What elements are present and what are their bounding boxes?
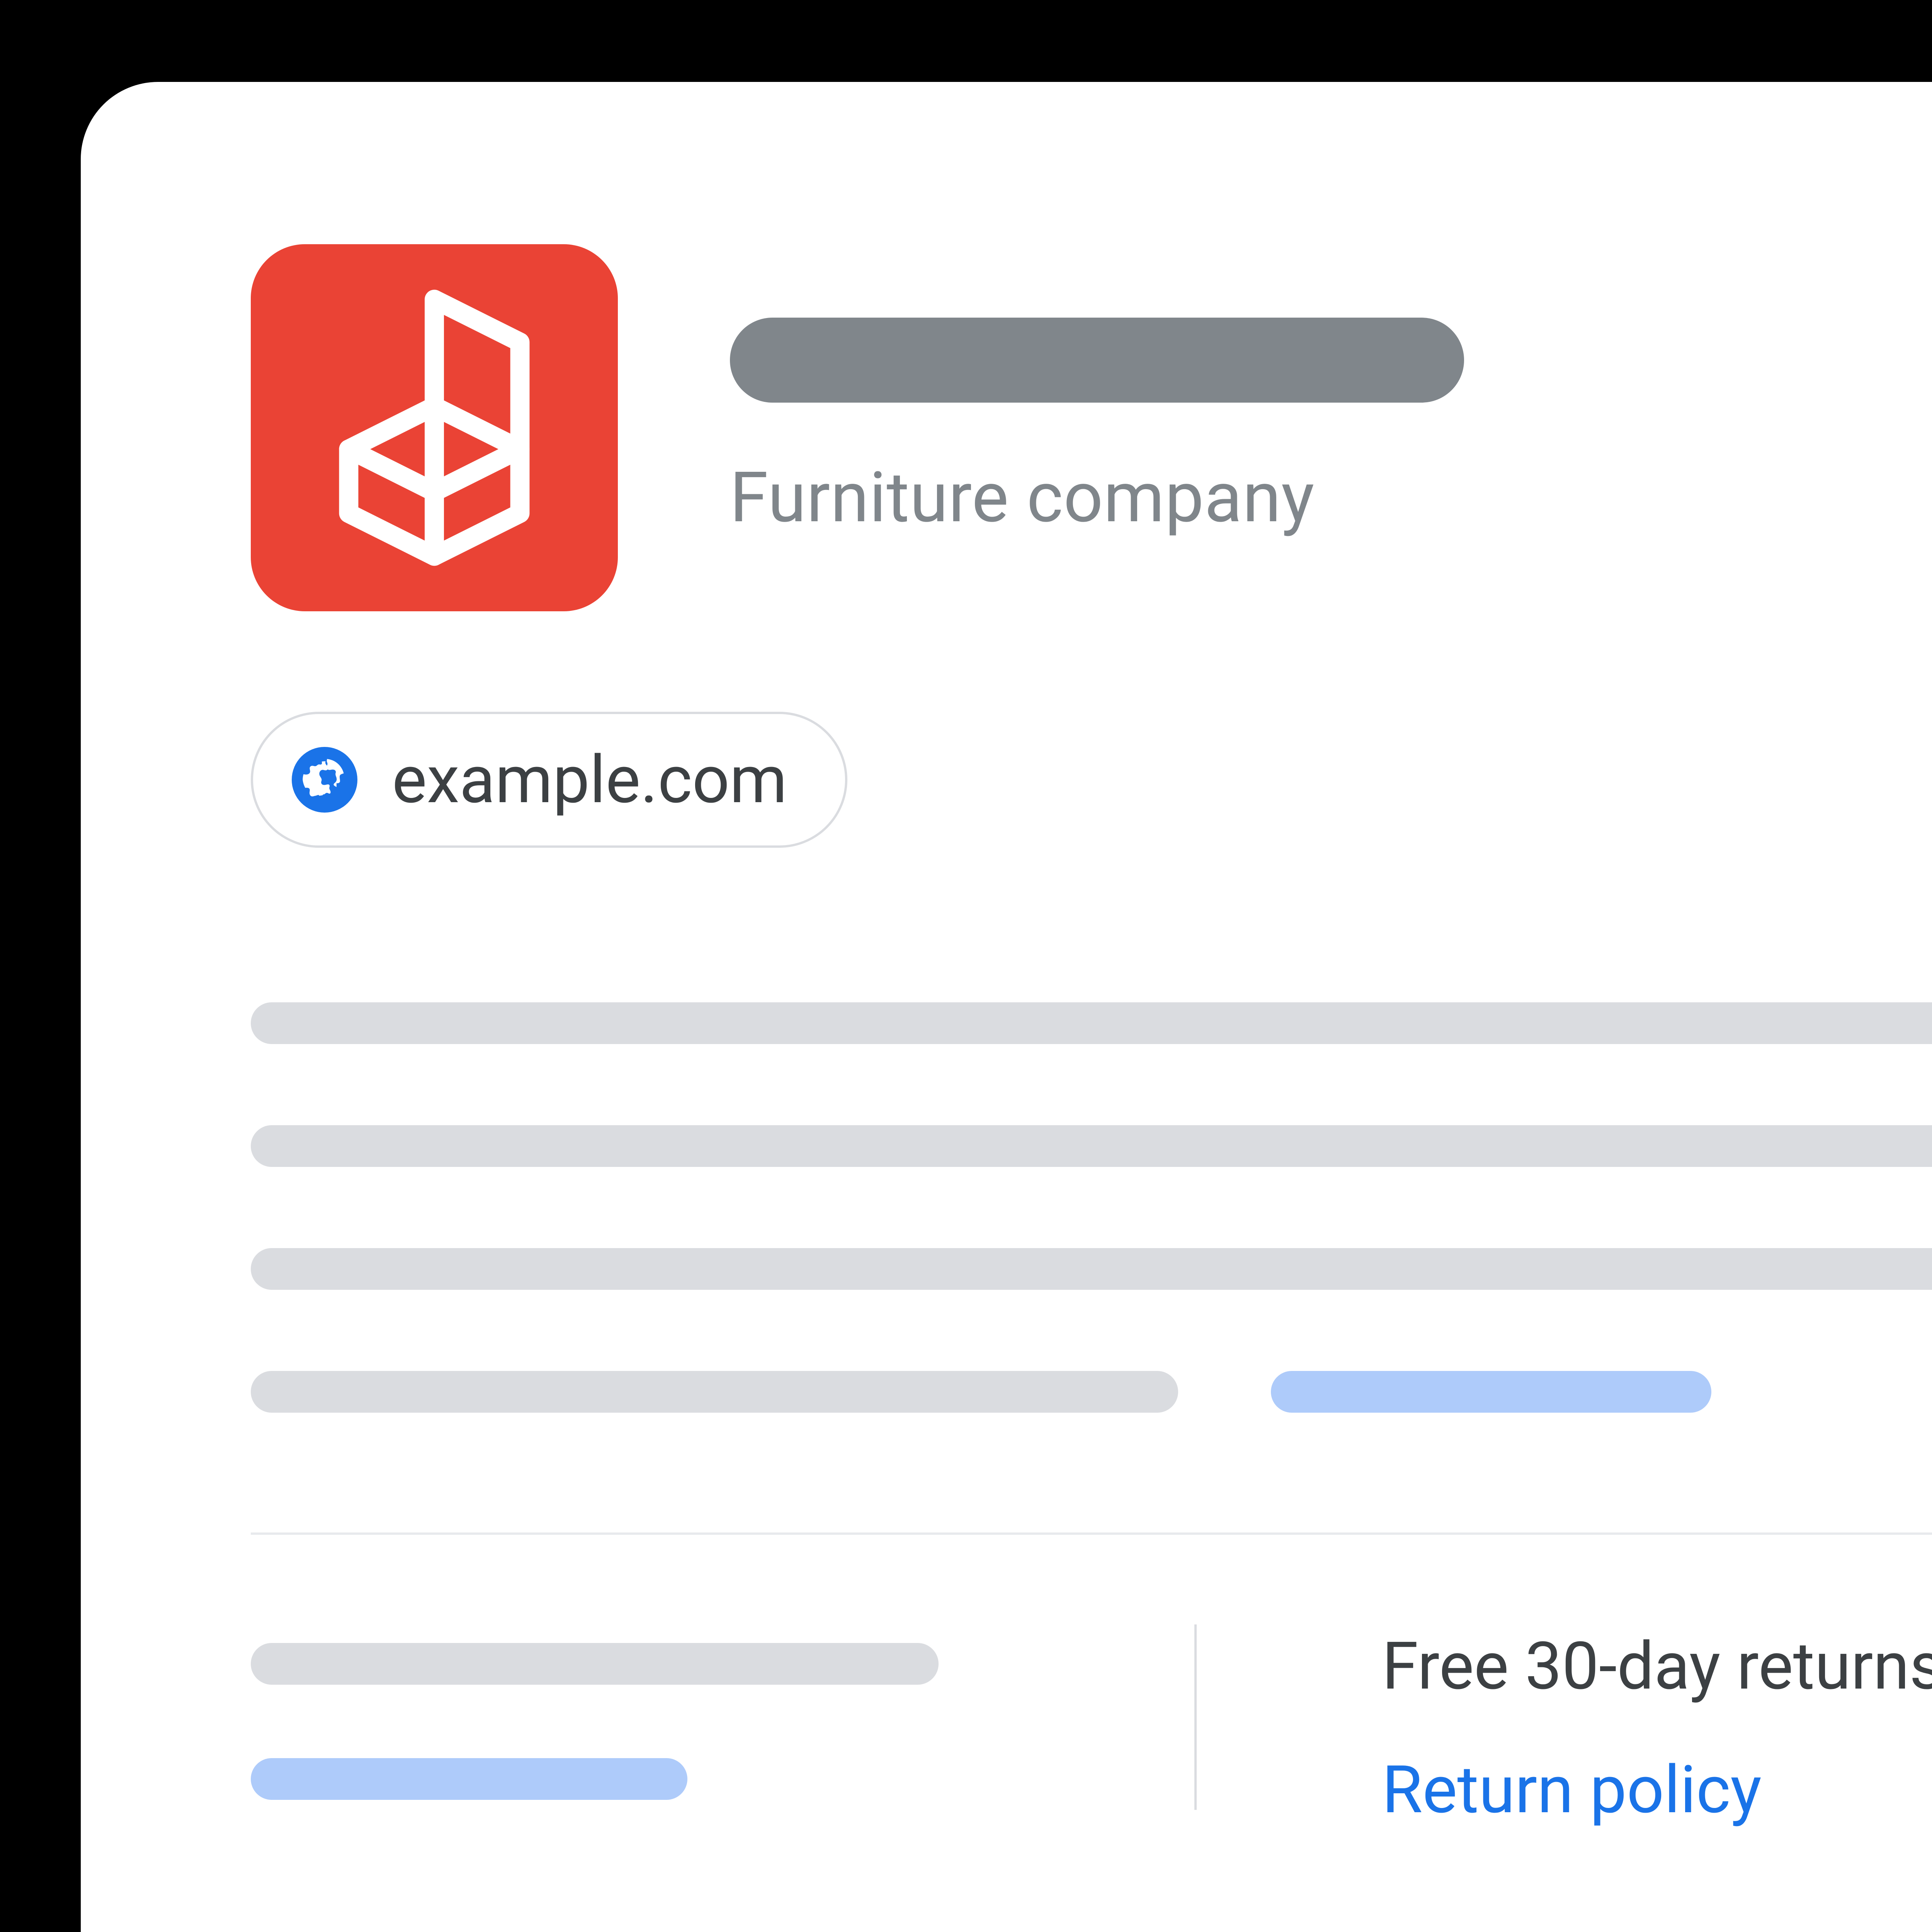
link-placeholder[interactable]: [251, 1758, 687, 1800]
title-placeholder: [730, 318, 1464, 403]
placeholder-line: [251, 1002, 1932, 1044]
title-block: Furniture company: [730, 318, 1464, 538]
website-chip-text: example.com: [392, 741, 787, 818]
company-subtitle: Furniture company: [730, 457, 1464, 538]
knowledge-panel-card: Furniture company example.com Free 30-da…: [81, 82, 1932, 1932]
returns-column: Free 30-day returns Return policy: [1197, 1628, 1932, 1828]
website-chip[interactable]: example.com: [251, 712, 848, 848]
placeholder-line: [251, 1248, 1932, 1290]
returns-headline: Free 30-day returns: [1382, 1628, 1932, 1705]
placeholder-last-row: [251, 1371, 1932, 1413]
header: Furniture company: [251, 244, 1932, 611]
company-logo: [251, 244, 618, 611]
rating-column: [251, 1628, 1194, 1828]
placeholder-line: [251, 1643, 939, 1685]
return-policy-link[interactable]: Return policy: [1382, 1751, 1932, 1828]
divider: [251, 1532, 1932, 1535]
description-placeholder: [251, 1002, 1932, 1413]
link-placeholder[interactable]: [1271, 1371, 1711, 1413]
globe-icon: [292, 747, 357, 813]
placeholder-line: [251, 1125, 1932, 1167]
placeholder-line: [251, 1371, 1178, 1413]
info-columns: Free 30-day returns Return policy: [251, 1628, 1932, 1828]
chair-icon: [326, 289, 543, 567]
